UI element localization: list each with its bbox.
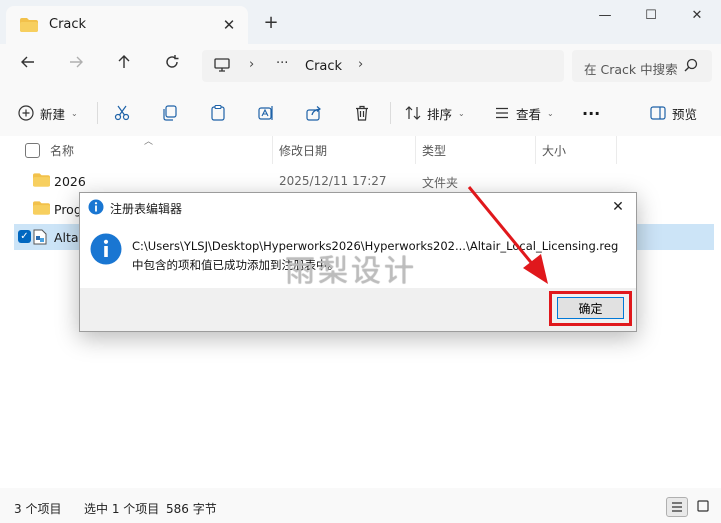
breadcrumb-crack[interactable]: Crack [305, 59, 342, 74]
preview-pane-icon [650, 106, 666, 120]
new-button[interactable]: 新建 ⌄ [18, 102, 78, 124]
close-window-button[interactable]: ✕ [682, 5, 712, 27]
file-date: 2025/12/11 17:27 [279, 174, 387, 188]
chevron-down-icon: ⌄ [71, 108, 78, 118]
sort-label: 排序 [427, 106, 453, 122]
new-tab-button[interactable]: + [260, 12, 282, 34]
dialog-footer: 确定 [80, 288, 636, 331]
new-label: 新建 [40, 106, 66, 122]
selected-count: 选中 1 个项目 [84, 502, 160, 516]
divider [535, 136, 536, 164]
sort-up-icon: ︿ [144, 137, 154, 147]
copy-icon [163, 105, 177, 121]
file-name: Prog [54, 202, 82, 217]
chevron-down-icon: ⌄ [458, 108, 465, 118]
clipboard-icon [211, 105, 225, 121]
folder-icon [33, 201, 50, 218]
chevron-right-icon: › [358, 57, 364, 72]
folder-icon [33, 173, 50, 190]
scissors-icon [114, 105, 130, 121]
refresh-icon[interactable] [159, 53, 185, 79]
rename-icon [258, 106, 273, 120]
chevron-right-icon: › [249, 57, 255, 72]
search-box[interactable]: 在 Crack 中搜索 [572, 50, 712, 82]
info-icon [90, 233, 122, 268]
tiles-view-button[interactable] [693, 497, 713, 515]
more-options-button[interactable]: ··· [582, 102, 600, 124]
back-arrow-icon[interactable] [15, 53, 41, 79]
divider [616, 136, 617, 164]
copy-button[interactable] [162, 102, 178, 124]
file-name: Altai [54, 230, 83, 245]
row-checkbox[interactable]: ✓ [18, 230, 31, 243]
up-arrow-icon[interactable] [111, 53, 137, 79]
forward-arrow-icon[interactable] [63, 53, 89, 79]
select-all-checkbox[interactable] [25, 143, 40, 158]
column-name[interactable]: 名称 [50, 142, 74, 159]
file-name: 2026 [54, 174, 86, 189]
ok-button[interactable]: 确定 [557, 297, 624, 319]
dialog-close-button[interactable]: ✕ [606, 196, 630, 218]
sort-icon [405, 106, 421, 120]
preview-button[interactable]: 预览 [650, 102, 697, 124]
preview-label: 预览 [672, 106, 698, 122]
column-size[interactable]: 大小 [542, 142, 566, 159]
folder-icon [20, 18, 38, 35]
chevron-down-icon: ⌄ [547, 108, 554, 118]
navigation-bar: › ··· Crack › 在 Crack 中搜索 [0, 44, 721, 88]
plus-circle-icon [18, 105, 34, 121]
dialog-title: 注册表编辑器 [110, 202, 183, 216]
trash-icon [356, 105, 368, 121]
view-button[interactable]: 查看 ⌄ [494, 102, 554, 124]
column-header: ︿ 名称 修改日期 类型 大小 [0, 136, 721, 164]
column-type[interactable]: 类型 [422, 142, 446, 159]
search-icon [684, 58, 698, 75]
search-input[interactable]: 在 Crack 中搜索 [584, 59, 680, 78]
view-icon [496, 107, 508, 119]
tab-crack[interactable]: Crack ✕ [6, 6, 248, 44]
address-bar[interactable]: › ··· Crack › [202, 50, 564, 82]
delete-button[interactable] [354, 102, 370, 124]
minimize-button[interactable]: — [590, 5, 620, 27]
share-icon [306, 106, 321, 121]
dialog-message-path: C:\Users\YLSJ\Desktop\Hyperworks2026\Hyp… [132, 239, 619, 253]
reg-file-icon [33, 229, 47, 248]
divider [97, 102, 98, 124]
address-more-button[interactable]: ··· [276, 56, 288, 71]
divider [272, 136, 273, 164]
registry-editor-dialog: 注册表编辑器 ✕ C:\Users\YLSJ\Desktop\Hyperwork… [79, 192, 637, 332]
title-bar: Crack ✕ + — ☐ ✕ [0, 0, 721, 44]
command-bar: 新建 ⌄ 排序 ⌄ 查看 ⌄ ··· 预览 [0, 88, 721, 137]
view-label: 查看 [516, 106, 542, 122]
cut-button[interactable] [114, 102, 130, 124]
dialog-message-text: 中包含的项和值已成功添加到注册表中。 [132, 258, 339, 272]
divider [415, 136, 416, 164]
sort-button[interactable]: 排序 ⌄ [405, 102, 465, 124]
file-type: 文件夹 [422, 176, 459, 190]
file-row[interactable]: 2026 2025/12/11 17:27 文件夹 [14, 168, 714, 194]
paste-button[interactable] [210, 102, 226, 124]
rename-button[interactable] [258, 102, 274, 124]
divider [390, 102, 391, 124]
tab-close-icon[interactable]: ✕ [218, 14, 240, 36]
item-count: 3 个项目 [14, 502, 62, 516]
maximize-button[interactable]: ☐ [636, 5, 666, 27]
selected-size: 586 字节 [166, 502, 217, 516]
tab-title: Crack [49, 17, 87, 32]
share-button[interactable] [306, 102, 322, 124]
details-view-button[interactable] [666, 497, 688, 517]
computer-icon [214, 58, 230, 76]
status-bar: 3 个项目 选中 1 个项目 586 字节 [0, 488, 721, 523]
info-icon [88, 199, 104, 218]
column-date[interactable]: 修改日期 [279, 142, 327, 159]
